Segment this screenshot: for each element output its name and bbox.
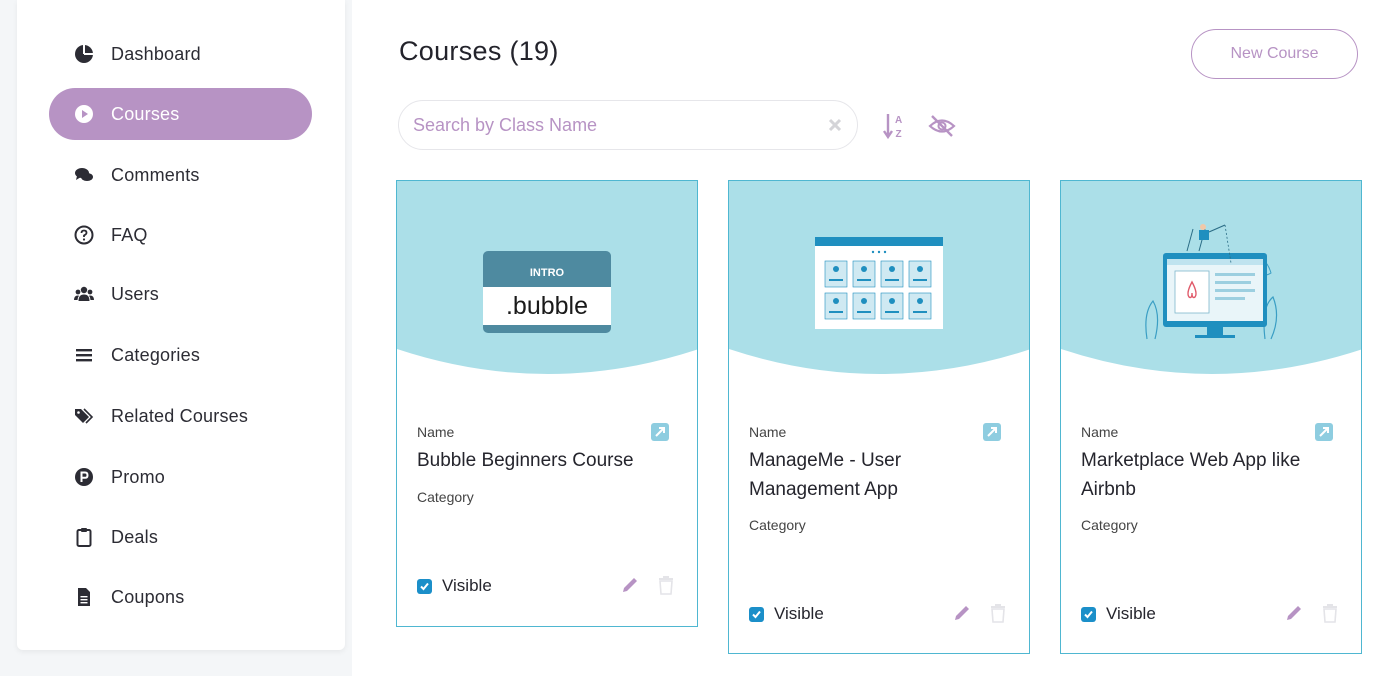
course-name: ManageMe - User Management App — [749, 450, 902, 500]
course-name: Bubble Beginners Course — [417, 450, 634, 471]
trash-icon[interactable] — [1319, 602, 1341, 624]
page-title: Courses (19) — [399, 36, 559, 66]
sidebar-item-label: Coupons — [111, 586, 185, 607]
sidebar-item-label: Comments — [111, 164, 200, 185]
users-icon — [73, 283, 95, 305]
sort-alpha-icon[interactable]: A Z — [881, 112, 909, 140]
sidebar-item-related-courses[interactable]: Related Courses — [49, 390, 312, 442]
search-box — [398, 100, 858, 150]
new-course-button[interactable]: New Course — [1191, 29, 1358, 79]
svg-text:Z: Z — [896, 129, 902, 140]
question-circle-icon — [73, 224, 95, 246]
category-label: Category — [1081, 517, 1138, 533]
play-circle-icon — [73, 103, 95, 125]
visible-checkbox[interactable] — [749, 606, 764, 622]
clear-icon[interactable] — [827, 117, 843, 133]
document-icon — [73, 586, 95, 608]
visible-checkbox[interactable] — [1081, 606, 1096, 622]
sidebar-item-label: Dashboard — [111, 43, 201, 64]
visible-row: Visible — [1081, 604, 1156, 624]
sidebar-item-label: Courses — [111, 103, 180, 124]
sidebar-item-faq[interactable]: FAQ — [49, 209, 312, 261]
category-label: Category — [417, 489, 474, 505]
course-card: INTRO .bubble Name Bubble Beginners Cour… — [396, 180, 698, 627]
eye-slash-icon[interactable] — [928, 112, 956, 140]
list-icon — [73, 344, 95, 366]
sidebar-item-label: Deals — [111, 526, 159, 547]
sidebar-item-users[interactable]: Users — [49, 268, 312, 320]
badge-top-label: INTRO — [530, 267, 565, 279]
course-name: Marketplace Web App like Airbnb — [1081, 450, 1301, 500]
visible-label: Visible — [1106, 604, 1156, 623]
pie-chart-icon — [73, 43, 95, 65]
category-label: Category — [749, 517, 806, 533]
name-label: Name — [1081, 424, 1119, 440]
course-card: Name ManageMe - User Management App Cate… — [728, 180, 1030, 654]
external-link-icon[interactable] — [983, 423, 1001, 441]
card-hero: INTRO .bubble — [397, 181, 697, 381]
sidebar-item-label: Users — [111, 283, 160, 304]
sidebar-item-label: FAQ — [111, 224, 148, 245]
name-label: Name — [749, 424, 787, 440]
edit-pencil-icon[interactable] — [1283, 602, 1305, 624]
visible-label: Visible — [442, 576, 492, 595]
clipboard-icon — [73, 526, 95, 548]
promo-p-icon — [73, 466, 95, 488]
visible-label: Visible — [774, 604, 824, 623]
badge-main-label: .bubble — [506, 292, 588, 320]
sidebar-item-categories[interactable]: Categories — [49, 329, 312, 381]
visible-row: Visible — [417, 576, 492, 596]
sidebar-item-label: Categories — [111, 344, 201, 365]
edit-pencil-icon[interactable] — [951, 602, 973, 624]
sidebar-item-dashboard[interactable]: Dashboard — [49, 28, 312, 80]
card-hero — [729, 181, 1029, 381]
card-hero — [1061, 181, 1361, 381]
external-link-icon[interactable] — [1315, 423, 1333, 441]
sidebar-item-promo[interactable]: Promo — [49, 451, 312, 503]
tags-icon — [73, 405, 95, 427]
comments-icon — [73, 164, 95, 186]
visible-row: Visible — [749, 604, 824, 624]
course-card: Name Marketplace Web App like Airbnb Cat… — [1060, 180, 1362, 654]
sidebar-item-coupons[interactable]: Coupons — [49, 571, 312, 623]
trash-icon[interactable] — [655, 574, 677, 596]
airbnb-marketplace-illustration — [1141, 223, 1281, 348]
sidebar: Dashboard Courses Comments FAQ Users Cat… — [17, 0, 345, 650]
sidebar-item-label: Promo — [111, 466, 166, 487]
svg-text:A: A — [895, 115, 902, 126]
bubble-intro-logo: INTRO .bubble — [483, 251, 611, 338]
sidebar-item-courses[interactable]: Courses — [49, 88, 312, 140]
sidebar-item-deals[interactable]: Deals — [49, 511, 312, 563]
visible-checkbox[interactable] — [417, 578, 432, 594]
sidebar-item-comments[interactable]: Comments — [49, 149, 312, 201]
search-input[interactable] — [413, 101, 813, 149]
trash-icon[interactable] — [987, 602, 1009, 624]
user-management-illustration — [815, 237, 943, 334]
sidebar-item-label: Related Courses — [111, 405, 249, 426]
name-label: Name — [417, 424, 455, 440]
edit-pencil-icon[interactable] — [619, 574, 641, 596]
main-content: Courses (19) New Course A Z I — [352, 0, 1400, 676]
external-link-icon[interactable] — [651, 423, 669, 441]
